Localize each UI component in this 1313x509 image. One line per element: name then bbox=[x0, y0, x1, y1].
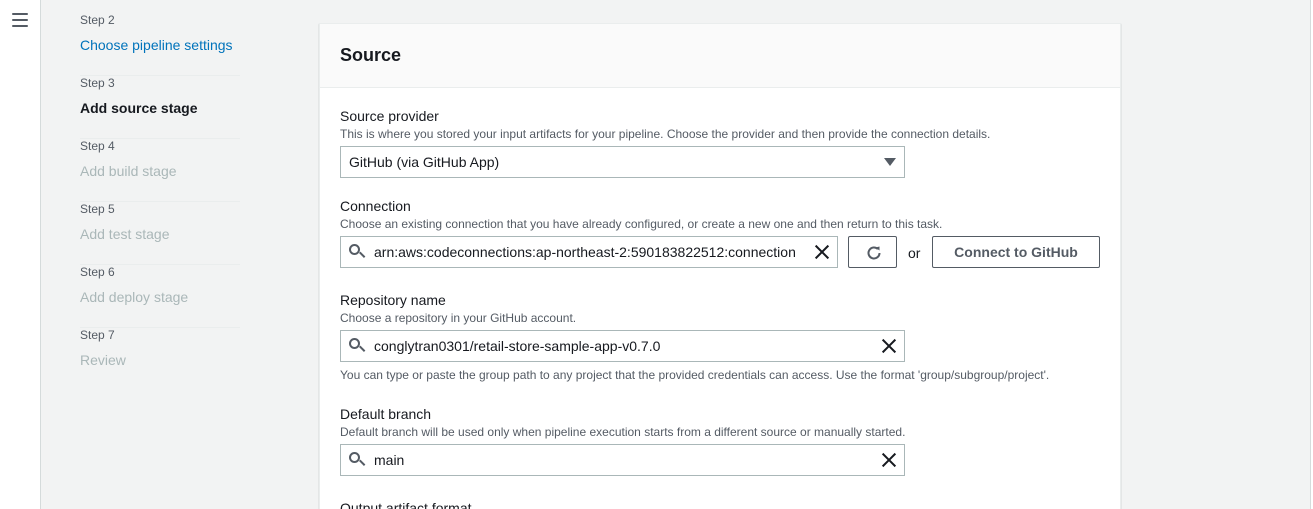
output-artifact-label: Output artifact format bbox=[340, 500, 472, 509]
clear-icon[interactable] bbox=[815, 245, 829, 259]
panel-header: Source bbox=[320, 24, 1120, 88]
repository-value: conglytran0301/retail-store-sample-app-v… bbox=[374, 338, 661, 354]
step-title: Add test stage bbox=[80, 226, 170, 242]
step-title: Review bbox=[80, 352, 126, 368]
wizard-step-4: Step 4 Add build stage bbox=[80, 139, 240, 202]
repository-field: Repository name Choose a repository in y… bbox=[340, 291, 1100, 325]
source-provider-value: GitHub (via GitHub App) bbox=[349, 154, 500, 170]
wizard-step-6: Step 6 Add deploy stage bbox=[80, 265, 240, 328]
step-title: Add deploy stage bbox=[80, 289, 189, 305]
default-branch-value: main bbox=[374, 452, 405, 468]
default-branch-label: Default branch bbox=[340, 406, 432, 422]
repository-hint: You can type or paste the group path to … bbox=[340, 368, 1050, 382]
source-provider-select[interactable]: GitHub (via GitHub App) bbox=[340, 146, 905, 178]
connection-value: arn:aws:codeconnections:ap-northeast-2:5… bbox=[374, 244, 796, 260]
step-number: Step 6 bbox=[80, 265, 115, 279]
connection-label: Connection bbox=[340, 198, 411, 214]
refresh-icon bbox=[865, 244, 881, 260]
step-number: Step 3 bbox=[80, 76, 115, 90]
wizard-step-7: Step 7 Review bbox=[80, 328, 240, 391]
step-title: Add build stage bbox=[80, 163, 177, 179]
caret-down-icon bbox=[884, 158, 896, 166]
step-number: Step 4 bbox=[80, 139, 115, 153]
or-text: or bbox=[908, 245, 921, 261]
connection-field: Connection Choose an existing connection… bbox=[340, 197, 1100, 231]
panel-title: Source bbox=[340, 45, 402, 65]
step-number: Step 5 bbox=[80, 202, 115, 216]
default-branch-field: Default branch Default branch will be us… bbox=[340, 405, 1100, 439]
source-provider-field: Source provider This is where you stored… bbox=[340, 107, 1100, 141]
source-panel: Source Source provider This is where you… bbox=[319, 23, 1121, 509]
step-number: Step 7 bbox=[80, 328, 115, 342]
refresh-connections-button[interactable] bbox=[848, 236, 897, 268]
left-navigation-rail bbox=[0, 0, 41, 509]
default-branch-description: Default branch will be used only when pi… bbox=[340, 425, 906, 439]
source-provider-label: Source provider bbox=[340, 108, 439, 124]
clear-icon[interactable] bbox=[882, 339, 896, 353]
search-icon bbox=[349, 452, 366, 468]
connection-input[interactable]: arn:aws:codeconnections:ap-northeast-2:5… bbox=[340, 236, 838, 268]
repository-label: Repository name bbox=[340, 292, 446, 308]
source-provider-description: This is where you stored your input arti… bbox=[340, 127, 991, 141]
search-icon bbox=[349, 244, 366, 260]
menu-icon[interactable] bbox=[12, 13, 28, 27]
connection-description: Choose an existing connection that you h… bbox=[340, 217, 943, 231]
clear-icon[interactable] bbox=[882, 453, 896, 467]
step-link-choose-pipeline-settings[interactable]: Choose pipeline settings bbox=[80, 36, 240, 54]
wizard-step-2: Step 2 Choose pipeline settings bbox=[80, 13, 240, 76]
default-branch-input[interactable]: main bbox=[340, 444, 905, 476]
repository-input[interactable]: conglytran0301/retail-store-sample-app-v… bbox=[340, 330, 905, 362]
repository-description: Choose a repository in your GitHub accou… bbox=[340, 311, 577, 325]
step-number: Step 2 bbox=[80, 13, 115, 27]
connect-to-github-button[interactable]: Connect to GitHub bbox=[932, 236, 1100, 268]
search-icon bbox=[349, 338, 366, 354]
output-artifact-field: Output artifact format bbox=[340, 499, 1100, 509]
step-title-current: Add source stage bbox=[80, 100, 198, 116]
wizard-step-3: Step 3 Add source stage bbox=[80, 76, 240, 139]
wizard-step-5: Step 5 Add test stage bbox=[80, 202, 240, 265]
